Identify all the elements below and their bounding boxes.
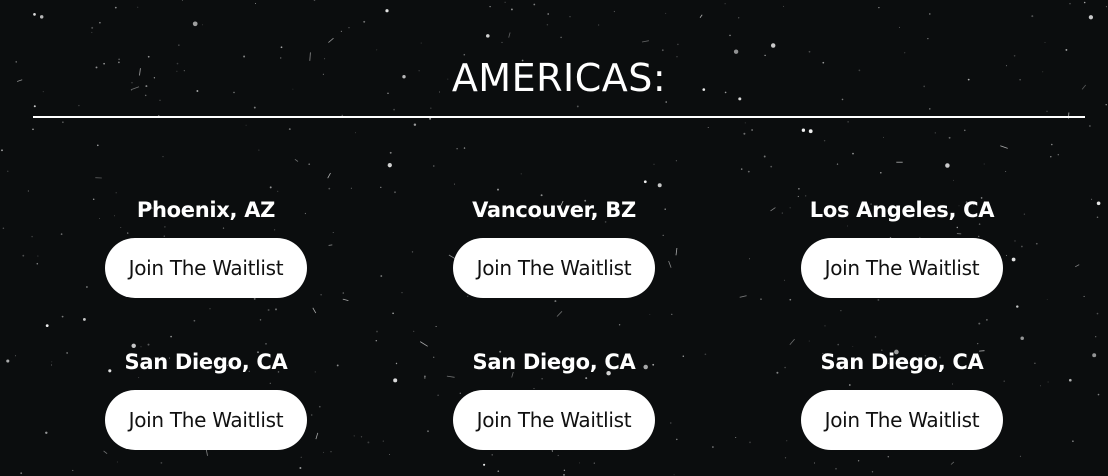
- location-city: San Diego, CA: [472, 350, 636, 374]
- heading-divider: [33, 116, 1085, 118]
- join-waitlist-button[interactable]: Join The Waitlist: [801, 238, 1003, 298]
- location-city: San Diego, CA: [124, 350, 288, 374]
- location-card-san-diego-1: San Diego, CA Join The Waitlist: [56, 347, 356, 450]
- location-city: Los Angeles, CA: [809, 198, 995, 222]
- location-card-los-angeles: Los Angeles, CA Join The Waitlist: [752, 195, 1052, 298]
- join-waitlist-button[interactable]: Join The Waitlist: [801, 390, 1003, 450]
- location-city: San Diego, CA: [820, 350, 984, 374]
- join-waitlist-button[interactable]: Join The Waitlist: [105, 238, 307, 298]
- region-heading: AMERICAS:: [451, 56, 667, 100]
- location-card-phoenix: Phoenix, AZ Join The Waitlist: [56, 195, 356, 298]
- location-city: Vancouver, BZ: [472, 198, 636, 222]
- location-city: Phoenix, AZ: [136, 198, 276, 222]
- location-card-san-diego-3: San Diego, CA Join The Waitlist: [752, 347, 1052, 450]
- location-card-vancouver: Vancouver, BZ Join The Waitlist: [404, 195, 704, 298]
- join-waitlist-button[interactable]: Join The Waitlist: [453, 390, 655, 450]
- join-waitlist-button[interactable]: Join The Waitlist: [105, 390, 307, 450]
- join-waitlist-button[interactable]: Join The Waitlist: [453, 238, 655, 298]
- americas-locations-section: AMERICAS: Phoenix, AZ Join The Waitlist …: [0, 0, 1108, 476]
- location-card-san-diego-2: San Diego, CA Join The Waitlist: [404, 347, 704, 450]
